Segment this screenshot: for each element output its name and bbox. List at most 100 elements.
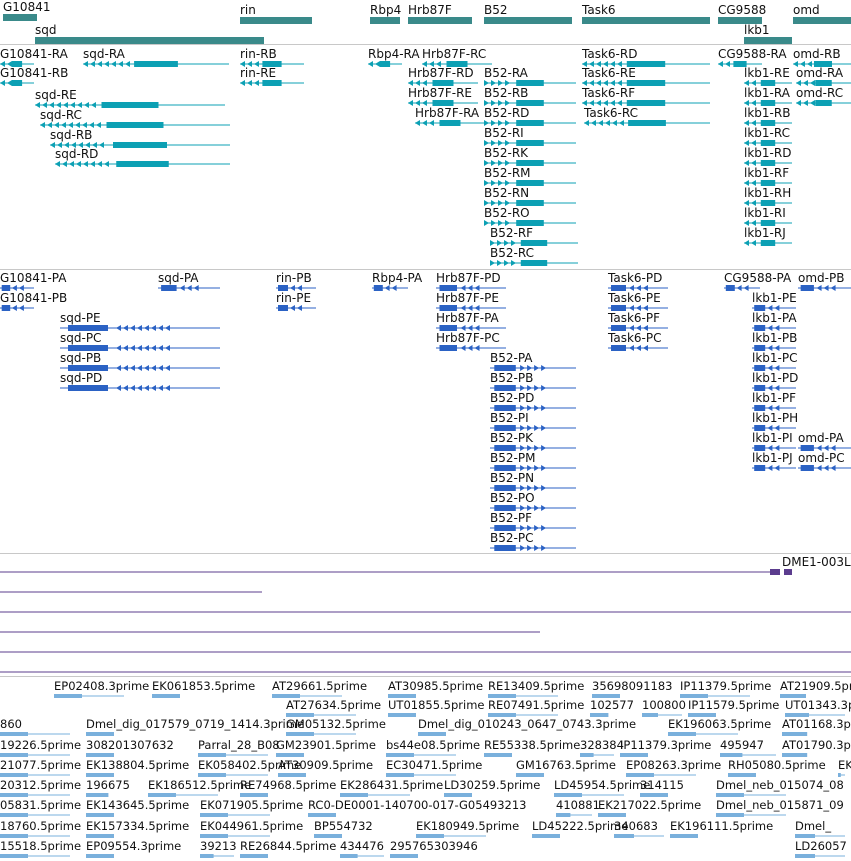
est-feature[interactable] [728, 773, 756, 777]
gene-label[interactable]: G10841 [3, 0, 50, 14]
est-feature[interactable] [640, 793, 668, 797]
est-label[interactable]: IP11579.5prime [688, 698, 779, 712]
est-label[interactable]: IP11379.5prime [680, 679, 771, 693]
protein-label[interactable]: B52-PN [490, 471, 534, 485]
protein-label[interactable]: B52-PK [490, 431, 533, 445]
est-label[interactable]: EP09554.3prime [86, 839, 181, 853]
gene-feature[interactable] [793, 17, 851, 24]
est-feature[interactable] [484, 753, 512, 757]
transcript-label[interactable]: rin-RE [240, 66, 276, 80]
protein-label[interactable]: Hrb87F-PD [436, 271, 501, 285]
protein-label[interactable]: CG9588-PA [724, 271, 791, 285]
est-label[interactable]: EK196063.5prime [668, 717, 771, 731]
protein-label[interactable]: Rbp4-PA [372, 271, 422, 285]
est-feature[interactable] [86, 834, 114, 838]
protein-exon[interactable] [800, 285, 814, 291]
transcript-exon[interactable] [101, 102, 159, 108]
transcript-label[interactable]: sqd-RA [83, 47, 125, 61]
est-label[interactable]: 102577 [590, 698, 634, 712]
est-label[interactable]: AT29661.5prime [272, 679, 367, 693]
transcript-label[interactable]: B52-RD [484, 106, 529, 120]
est-label[interactable]: 410881 [556, 798, 600, 812]
transcript-label[interactable]: sqd-RC [40, 108, 82, 122]
est-feature[interactable] [620, 753, 648, 757]
est-label[interactable]: RE55338.5prime [484, 738, 580, 752]
transcript-label[interactable]: Rbp4-RA [368, 47, 420, 61]
transcript-exon[interactable] [439, 120, 461, 126]
transcript-label[interactable]: omd-RC [796, 86, 843, 100]
est-label[interactable]: AT01790.3prime [782, 738, 851, 752]
est-feature[interactable] [598, 813, 626, 817]
protein-label[interactable]: omd-PC [798, 451, 845, 465]
transcript-exon[interactable] [134, 61, 178, 67]
est-feature[interactable] [86, 753, 114, 757]
est-label[interactable]: RE13409.5prime [488, 679, 584, 693]
est-feature[interactable] [86, 732, 114, 736]
est-label[interactable]: Dmel_dig_010243_0647_0743.3prime [418, 717, 636, 731]
protein-exon[interactable] [494, 545, 516, 551]
est-feature[interactable] [86, 813, 114, 817]
transcript-label[interactable]: sqd-RB [50, 128, 92, 142]
est-label[interactable]: RH05080.5prime [728, 758, 826, 772]
protein-exon[interactable] [725, 285, 735, 291]
protein-exon[interactable] [278, 305, 288, 311]
est-feature[interactable] [516, 773, 544, 777]
est-feature[interactable] [240, 793, 268, 797]
alignment-label[interactable]: DME1-003L [782, 555, 851, 569]
gene-label[interactable]: lkb1 [744, 23, 770, 37]
transcript-label[interactable]: lkb1-RI [744, 206, 786, 220]
protein-label[interactable]: sqd-PE [60, 311, 101, 325]
protein-label[interactable]: G10841-PB [0, 291, 67, 305]
protein-label[interactable]: Task6-PD [608, 271, 662, 285]
est-label[interactable]: bs44e08.5prime [386, 738, 480, 752]
est-label[interactable]: Parral_28_B08 [198, 738, 280, 752]
transcript-label[interactable]: G10841-RA [0, 47, 68, 61]
est-label[interactable]: RE74968.5prime [240, 778, 336, 792]
est-label[interactable]: 495947 [720, 738, 764, 752]
transcript-label[interactable]: B52-RB [484, 86, 528, 100]
est-label[interactable]: AT30909.5prime [278, 758, 373, 772]
gene-label[interactable]: CG9588 [718, 3, 766, 17]
protein-label[interactable]: omd-PA [798, 431, 844, 445]
est-feature[interactable] [314, 834, 342, 838]
est-label[interactable]: IP11379.3prime [620, 738, 711, 752]
est-label[interactable]: Dmel_neb_015871_09 [716, 798, 844, 812]
protein-label[interactable]: Hrb87F-PE [436, 291, 499, 305]
gene-feature[interactable] [582, 17, 710, 24]
est-label[interactable]: BP554732 [314, 819, 373, 833]
protein-label[interactable]: lkb1-PJ [752, 451, 793, 465]
est-feature[interactable] [418, 732, 446, 736]
transcript-label[interactable]: G10841-RB [0, 66, 68, 80]
protein-label[interactable]: lkb1-PA [752, 311, 797, 325]
transcript-label[interactable]: Hrb87F-RE [408, 86, 472, 100]
gene-label[interactable]: omd [793, 3, 820, 17]
transcript-exon[interactable] [379, 61, 391, 67]
transcript-label[interactable]: sqd-RE [35, 88, 77, 102]
est-label[interactable]: EK143645.5prime [86, 798, 189, 812]
gene-label[interactable]: Rbp4 [370, 3, 401, 17]
est-label[interactable]: 18760.5prime [0, 819, 81, 833]
est-label[interactable]: GM23901.5prime [276, 738, 376, 752]
protein-exon[interactable] [68, 385, 108, 391]
gene-feature[interactable] [370, 17, 400, 24]
transcript-label[interactable]: sqd-RD [55, 147, 98, 161]
protein-label[interactable]: sqd-PA [158, 271, 199, 285]
transcript-label[interactable]: lkb1-RA [744, 86, 790, 100]
est-label[interactable]: EK217022.5prime [598, 798, 701, 812]
est-feature[interactable] [532, 834, 560, 838]
transcript-label[interactable]: rin-RB [240, 47, 277, 61]
protein-label[interactable]: lkb1-PI [752, 431, 793, 445]
transcript-label[interactable]: B52-RK [484, 146, 528, 160]
protein-label[interactable]: Task6-PC [608, 331, 661, 345]
protein-label[interactable]: B52-PA [490, 351, 533, 365]
transcript-exon[interactable] [262, 80, 282, 86]
gene-feature[interactable] [484, 17, 572, 24]
est-label[interactable]: RE26844.5prime [240, 839, 336, 853]
transcript-label[interactable]: B52-RF [490, 226, 533, 240]
est-label[interactable]: AT21909.5prime [780, 679, 851, 693]
est-label[interactable]: 35698091183 [592, 679, 672, 693]
transcript-label[interactable]: B52-RC [490, 246, 534, 260]
gene-label[interactable]: sqd [35, 23, 57, 37]
transcript-label[interactable]: lkb1-RF [744, 166, 789, 180]
transcript-label[interactable]: B52-RO [484, 206, 530, 220]
